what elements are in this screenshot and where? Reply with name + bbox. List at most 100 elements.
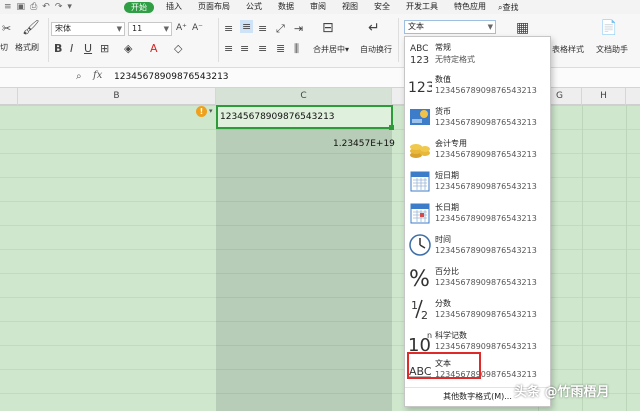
column-header-h[interactable]: H	[582, 88, 626, 105]
fill-handle[interactable]	[389, 125, 394, 130]
format-option-general[interactable]: ABC 123 常规 无特定格式	[405, 39, 550, 69]
menu-bar: ≡ ▣ ⎙ ↶ ↷ ▾ 开始 插入 页面布局 公式 数据 审阅 视图 安全 开发…	[0, 0, 640, 14]
menu-icon[interactable]: ≡	[4, 2, 12, 12]
format-option-number[interactable]: 123 数值 12345678909876543213	[405, 71, 550, 101]
font-grow-icon[interactable]: A⁺	[176, 23, 187, 33]
align-middle-icon[interactable]: ≡	[240, 20, 254, 33]
text-option-highlight	[407, 352, 481, 379]
format-option-long-date[interactable]: 长日期 12345678909876543213	[405, 199, 550, 229]
scientific-icon: 10 n	[408, 331, 432, 353]
tab-developer[interactable]: 开发工具	[398, 0, 446, 14]
table-style-button[interactable]: 表格样式	[552, 44, 584, 55]
font-shrink-icon[interactable]: A⁻	[192, 23, 203, 33]
undo-icon[interactable]: ↶	[42, 2, 50, 12]
currency-icon	[410, 109, 430, 125]
svg-text:ABC: ABC	[410, 44, 428, 54]
scissors-icon[interactable]: ✂	[2, 22, 11, 35]
number-123-icon: 123	[408, 80, 432, 96]
orientation-icon[interactable]: ⤢	[276, 22, 285, 36]
tab-view[interactable]: 视图	[334, 0, 366, 14]
fx-icon[interactable]: fx	[93, 70, 102, 81]
format-option-fraction[interactable]: 1 2 分数 12345678909876543213	[405, 295, 550, 325]
percent-icon: %	[409, 267, 430, 289]
number-format-select[interactable]: 文本 ▼	[404, 20, 496, 34]
distribute-icon[interactable]: ⫼	[294, 42, 299, 56]
print-icon[interactable]: ⎙	[30, 2, 37, 12]
search-button[interactable]: ⌕查找	[498, 2, 518, 13]
doc-helper-button[interactable]: 文档助手	[596, 44, 628, 55]
format-option-percent[interactable]: % 百分比 12345678909876543213	[405, 263, 550, 293]
align-bottom-icon[interactable]: ≡	[258, 22, 267, 35]
save-icon[interactable]: ▣	[17, 2, 26, 12]
merge-icon[interactable]: ⊟	[322, 20, 334, 36]
format-painter-icon[interactable]: 🖌	[22, 20, 40, 36]
formula-input[interactable]: 12345678909876543213	[114, 72, 229, 82]
font-size-select[interactable]: 11 ▼	[128, 22, 172, 36]
cell-scientific-value[interactable]: 1.23457E+19	[333, 139, 395, 149]
tab-security[interactable]: 安全	[366, 0, 398, 14]
table-style-icon[interactable]: ▦	[516, 20, 529, 36]
fraction-icon: 1 2	[411, 299, 428, 321]
accounting-coins-icon	[410, 144, 430, 158]
tab-formulas[interactable]: 公式	[238, 0, 270, 14]
selected-column-c[interactable]	[216, 105, 392, 411]
justify-icon[interactable]: ≣	[276, 42, 285, 55]
watermark: 头条 @竹雨梧月	[514, 385, 610, 400]
column-divider	[582, 105, 583, 411]
font-name-select[interactable]: 宋体 ▼	[51, 22, 125, 36]
svg-text:n: n	[427, 331, 432, 340]
align-left-icon[interactable]: ≡	[224, 42, 233, 55]
divider	[398, 18, 399, 62]
font-color-icon[interactable]: A	[150, 42, 158, 55]
abc-123-icon: ABC 123	[410, 44, 429, 65]
align-center-icon[interactable]: ≡	[240, 42, 249, 55]
column-divider	[626, 105, 627, 411]
italic-icon[interactable]: I	[70, 42, 73, 55]
select-all-corner[interactable]	[0, 88, 18, 105]
chevron-down-icon: ▼	[487, 23, 493, 31]
wrap-text-button[interactable]: 自动换行	[360, 44, 392, 55]
svg-text:1: 1	[411, 299, 418, 312]
merge-center-button[interactable]: 合并居中▾	[313, 44, 349, 55]
bold-icon[interactable]: B	[54, 42, 62, 55]
format-painter-button[interactable]: 格式刷	[15, 42, 39, 53]
underline-icon[interactable]: U	[84, 42, 92, 55]
format-option-time[interactable]: 时间 12345678909876543213	[405, 231, 550, 261]
cut-button[interactable]: 切	[0, 42, 8, 53]
svg-text:123: 123	[410, 55, 429, 65]
tab-special-apps[interactable]: 特色应用	[446, 0, 494, 14]
svg-text:%: %	[409, 267, 430, 289]
fill-color-icon[interactable]: ◈	[124, 42, 132, 55]
align-top-icon[interactable]: ≡	[224, 22, 233, 35]
divider	[218, 18, 219, 62]
doc-helper-icon[interactable]: 📄	[600, 20, 617, 36]
chevron-down-icon[interactable]: ▾	[209, 107, 213, 115]
customize-icon[interactable]: ▾	[67, 2, 72, 12]
redo-icon[interactable]: ↷	[55, 2, 63, 12]
tab-page-layout[interactable]: 页面布局	[190, 0, 238, 14]
tab-review[interactable]: 审阅	[302, 0, 334, 14]
quick-access-toolbar: ≡ ▣ ⎙ ↶ ↷ ▾	[0, 2, 120, 12]
svg-text:2: 2	[421, 309, 428, 321]
border-icon[interactable]: ⊞	[100, 42, 109, 55]
active-cell[interactable]: 12345678909876543213	[216, 105, 393, 129]
align-right-icon[interactable]: ≡	[258, 42, 267, 55]
zoom-icon[interactable]: ⌕	[76, 71, 82, 82]
clear-format-icon[interactable]: ◇	[174, 42, 182, 55]
column-header-c[interactable]: C	[216, 88, 392, 105]
column-header-b[interactable]: B	[18, 88, 216, 105]
indent-icon[interactable]: ⇥	[294, 22, 303, 35]
svg-text:123: 123	[408, 80, 432, 96]
format-option-currency[interactable]: 货币 12345678909876543213	[405, 103, 550, 133]
tab-data[interactable]: 数据	[270, 0, 302, 14]
chevron-down-icon: ▼	[163, 25, 169, 33]
error-warning-icon[interactable]: !	[196, 106, 207, 117]
divider	[48, 18, 49, 62]
tab-insert[interactable]: 插入	[158, 0, 190, 14]
format-option-short-date[interactable]: 短日期 12345678909876543213	[405, 167, 550, 197]
tab-home[interactable]: 开始	[124, 1, 154, 13]
calendar-icon	[410, 171, 430, 192]
chevron-down-icon: ▼	[116, 25, 122, 33]
format-option-accounting[interactable]: 会计专用 12345678909876543213	[405, 135, 550, 165]
wrap-text-icon[interactable]: ↵	[368, 20, 380, 36]
